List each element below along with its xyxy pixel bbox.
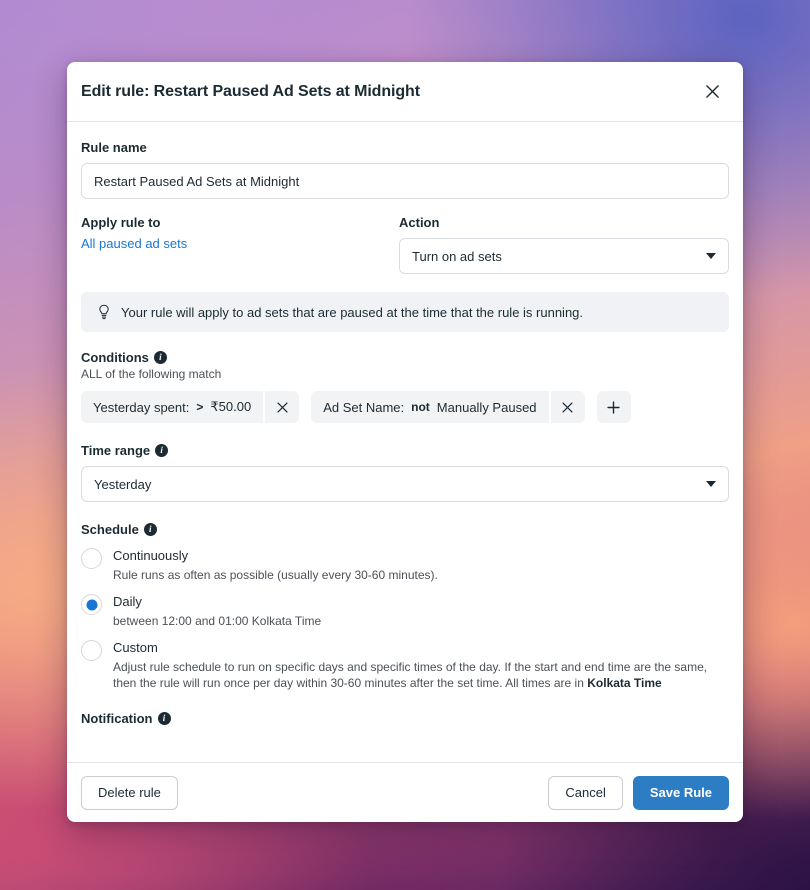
time-range-select[interactable]: Yesterday <box>81 466 729 502</box>
schedule-option-daily[interactable]: Daily between 12:00 and 01:00 Kolkata Ti… <box>81 593 729 629</box>
info-icon[interactable]: i <box>157 712 171 725</box>
add-condition-button[interactable] <box>596 391 631 423</box>
save-rule-button[interactable]: Save Rule <box>632 775 729 810</box>
info-icon[interactable]: i <box>153 351 167 364</box>
conditions-label-text: Conditions <box>81 350 149 365</box>
remove-condition-icon[interactable] <box>265 391 300 423</box>
lightbulb-icon <box>97 304 111 320</box>
schedule-option-desc-emphasis: Kolkata Time <box>587 676 662 690</box>
schedule-option-desc: between 12:00 and 01:00 Kolkata Time <box>113 614 322 628</box>
schedule-option-title: Continuously <box>113 548 189 563</box>
info-icon[interactable]: i <box>155 444 169 457</box>
edit-rule-dialog: Edit rule: Restart Paused Ad Sets at Mid… <box>67 62 743 822</box>
condition-item: Ad Set Name: not Manually Paused <box>311 391 585 423</box>
condition-item: Yesterday spent: > ₹50.00 <box>81 391 300 423</box>
condition-pill[interactable]: Ad Set Name: not Manually Paused <box>311 391 549 423</box>
conditions-subtitle: ALL of the following match <box>81 367 222 381</box>
apply-action-row: Apply rule to All paused ad sets Action … <box>81 215 729 274</box>
tip-text: Your rule will apply to ad sets that are… <box>121 304 584 320</box>
chevron-down-icon <box>706 253 716 259</box>
dialog-title: Edit rule: Restart Paused Ad Sets at Mid… <box>81 82 420 100</box>
schedule-option-title: Custom <box>113 640 158 655</box>
time-range-label: Time range i <box>81 443 729 458</box>
action-label-text: Action <box>399 215 440 230</box>
apply-rule-to-label: Apply rule to <box>81 215 399 230</box>
schedule-label: Schedule i <box>81 522 729 537</box>
rule-name-label: Rule name <box>81 140 729 155</box>
notification-label: Notification i <box>81 711 729 726</box>
apply-rule-to-link[interactable]: All paused ad sets <box>81 236 187 251</box>
conditions-row: Yesterday spent: > ₹50.00 Ad Set Name: n… <box>81 391 729 423</box>
tip-banner: Your rule will apply to ad sets that are… <box>81 292 729 332</box>
rule-name-input[interactable] <box>81 163 729 199</box>
schedule-option-custom[interactable]: Custom Adjust rule schedule to run on sp… <box>81 639 729 691</box>
schedule-option-desc: Adjust rule schedule to run on specific … <box>113 659 729 691</box>
condition-operator: not <box>411 400 430 414</box>
rule-name-label-text: Rule name <box>81 140 147 155</box>
close-icon[interactable] <box>697 77 727 107</box>
action-label: Action <box>399 215 729 230</box>
dialog-body: Rule name Apply rule to All paused ad se… <box>67 122 743 762</box>
schedule-label-text: Schedule <box>81 522 139 537</box>
time-range-label-text: Time range <box>81 443 151 458</box>
condition-value: Manually Paused <box>436 399 537 415</box>
action-select[interactable]: Turn on ad sets <box>399 238 729 274</box>
radio-daily[interactable] <box>81 594 102 615</box>
radio-continuously[interactable] <box>81 548 102 569</box>
dialog-header: Edit rule: Restart Paused Ad Sets at Mid… <box>67 62 743 122</box>
schedule-option-desc: Rule runs as often as possible (usually … <box>113 568 438 582</box>
schedule-option-title: Daily <box>113 594 142 609</box>
chevron-down-icon <box>706 481 716 487</box>
conditions-label: Conditions i <box>81 350 729 365</box>
cancel-button[interactable]: Cancel <box>548 775 623 810</box>
info-icon[interactable]: i <box>143 523 157 536</box>
time-range-select-value: Yesterday <box>94 476 152 492</box>
schedule-option-continuously[interactable]: Continuously Rule runs as often as possi… <box>81 547 729 583</box>
delete-rule-button[interactable]: Delete rule <box>81 775 178 810</box>
notification-label-text: Notification <box>81 711 153 726</box>
action-group: Action Turn on ad sets <box>399 215 729 274</box>
condition-operator: > <box>196 400 204 414</box>
condition-field: Ad Set Name: <box>323 399 405 415</box>
condition-value: ₹50.00 <box>210 399 252 414</box>
remove-condition-icon[interactable] <box>550 391 585 423</box>
condition-pill[interactable]: Yesterday spent: > ₹50.00 <box>81 391 264 423</box>
action-select-value: Turn on ad sets <box>412 248 502 264</box>
apply-rule-to-label-text: Apply rule to <box>81 215 161 230</box>
radio-custom[interactable] <box>81 640 102 661</box>
dialog-footer: Delete rule Cancel Save Rule <box>67 762 743 822</box>
apply-rule-to-group: Apply rule to All paused ad sets <box>81 215 399 274</box>
condition-field: Yesterday spent: <box>93 399 190 415</box>
